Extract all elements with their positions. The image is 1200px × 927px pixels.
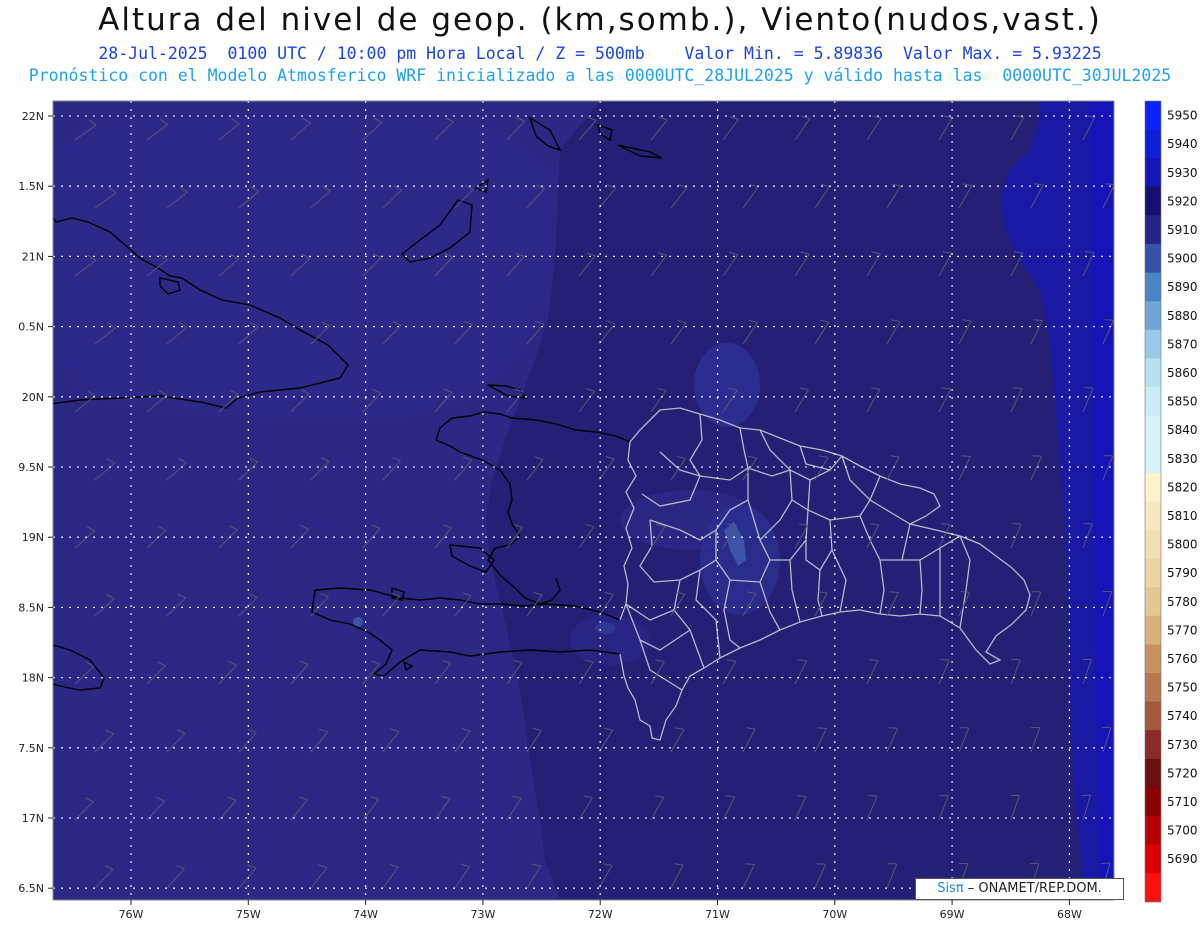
longitude-labels: 76W 75W 74W 73W 72W 71W 70W 69W 68W <box>119 900 1082 921</box>
colorbar-label: 5890 <box>1167 280 1198 294</box>
ridge-blob <box>570 615 650 665</box>
colorbar-segment <box>1145 329 1161 359</box>
colorbar-segment <box>1145 615 1161 645</box>
wind-barb-flag <box>888 727 898 729</box>
colorbar-label: 5900 <box>1167 252 1198 266</box>
ridge-blob <box>694 343 760 427</box>
lon-tick-label: 74W <box>353 908 378 921</box>
wind-barb-flag <box>1032 455 1042 457</box>
colorbar-segment <box>1145 244 1161 274</box>
colorbar-label: 5810 <box>1167 509 1198 523</box>
west-lighter-blob <box>60 115 553 422</box>
lon-tick-label: 69W <box>940 908 965 921</box>
colorbar-label: 5930 <box>1167 166 1198 180</box>
colorbar-label: 5750 <box>1167 681 1198 695</box>
lat-tick-label: 21N <box>22 250 44 263</box>
colorbar-segment <box>1145 587 1161 617</box>
colorbar-segment <box>1145 673 1161 703</box>
lat-tick-label: 19N <box>22 531 44 544</box>
lat-tick-label: 17N <box>22 812 44 825</box>
colorbar-segment <box>1145 129 1161 159</box>
lat-tick-label: 22N <box>22 110 44 123</box>
colorbar-segment <box>1145 186 1161 216</box>
colorbar-label: 5690 <box>1167 852 1198 866</box>
colorbar-label: 5790 <box>1167 566 1198 580</box>
colorbar-segment <box>1145 758 1161 788</box>
lon-tick-label: 70W <box>822 908 847 921</box>
colorbar-label: 5940 <box>1167 137 1198 151</box>
colorbar-segment <box>1145 415 1161 445</box>
lon-tick-label: 75W <box>236 908 261 921</box>
colorbar-label: 5730 <box>1167 738 1198 752</box>
lat-tick-label: 9.5N <box>18 461 44 474</box>
shaded-field <box>53 101 1114 900</box>
colorbar-label: 5880 <box>1167 309 1198 323</box>
lat-tick-label: 1.5N <box>18 180 44 193</box>
colorbar-segment <box>1145 358 1161 388</box>
wind-barb-flag <box>816 863 826 865</box>
latitude-labels: 22N 1.5N 21N 0.5N 20N 9.5N 19N 8.5N 18N 7.5N 17N 6.… <box>18 110 53 895</box>
lon-tick-label: 72W <box>588 908 613 921</box>
lat-tick-label: 0.5N <box>18 321 44 334</box>
lon-tick-label: 68W <box>1057 908 1082 921</box>
colorbar-label: 5850 <box>1167 395 1198 409</box>
colorbar-segment <box>1145 501 1161 531</box>
colorbar-segment <box>1145 444 1161 474</box>
colorbar-label: 5950 <box>1167 109 1198 123</box>
colorbar-label: 5740 <box>1167 709 1198 723</box>
wind-barb-flag <box>960 591 970 593</box>
colorbar-label: 5770 <box>1167 623 1198 637</box>
weather-map: 22N 1.5N 21N 0.5N 20N 9.5N 19N 8.5N 18N 7.5N 17N 6.… <box>18 100 1198 921</box>
colorbar-segment <box>1145 215 1161 245</box>
lat-tick-label: 20N <box>22 391 44 404</box>
colorbar-label: 5760 <box>1167 652 1198 666</box>
colorbar-segment <box>1145 387 1161 417</box>
lon-tick-label: 71W <box>705 908 730 921</box>
lat-tick-label: 6.5N <box>18 882 44 895</box>
colorbar-label: 5860 <box>1167 366 1198 380</box>
colorbar-label: 5820 <box>1167 480 1198 494</box>
lon-tick-label: 76W <box>119 908 144 921</box>
credit-brand: Sisπ <box>937 881 964 896</box>
colorbar-label: 5870 <box>1167 337 1198 351</box>
colorbar-label: 5720 <box>1167 766 1198 780</box>
colorbar-label: 5830 <box>1167 452 1198 466</box>
colorbar-segment <box>1145 158 1161 188</box>
colorbar-segment <box>1145 272 1161 302</box>
credit-text: – ONAMET/REP.DOM. <box>963 881 1102 896</box>
colorbar-segment <box>1145 530 1161 560</box>
wind-barb-flag <box>1104 319 1114 321</box>
colorbar-segment <box>1145 301 1161 331</box>
colorbar: 5950 5940 5930 5920 5910 5900 5890 5880 5870 5860… <box>1144 100 1198 903</box>
colorbar-segment <box>1145 644 1161 674</box>
colorbar-segment <box>1145 472 1161 502</box>
colorbar-segment <box>1145 730 1161 760</box>
colorbar-segment <box>1145 101 1161 131</box>
colorbar-segment <box>1145 816 1161 846</box>
colorbar-label: 5700 <box>1167 824 1198 838</box>
wind-barb-flag <box>1101 862 1111 865</box>
colorbar-label: 5840 <box>1167 423 1198 437</box>
colorbar-label: 5920 <box>1167 194 1198 208</box>
colorbar-label: 5780 <box>1167 595 1198 609</box>
lat-tick-label: 7.5N <box>18 742 44 755</box>
colorbar-segment <box>1145 844 1161 874</box>
colorbar-label: 5710 <box>1167 795 1198 809</box>
lat-tick-label: 18N <box>22 672 44 685</box>
colorbar-segment <box>1145 558 1161 588</box>
lat-tick-label: 8.5N <box>18 601 44 614</box>
colorbar-segment <box>1145 787 1161 817</box>
colorbar-label: 5910 <box>1167 223 1198 237</box>
lon-tick-label: 73W <box>470 908 495 921</box>
colorbar-segment <box>1145 701 1161 731</box>
colorbar-label: 5800 <box>1167 538 1198 552</box>
credit-box: Sisπ – ONAMET/REP.DOM. <box>915 878 1124 900</box>
colorbar-segment <box>1145 873 1161 903</box>
